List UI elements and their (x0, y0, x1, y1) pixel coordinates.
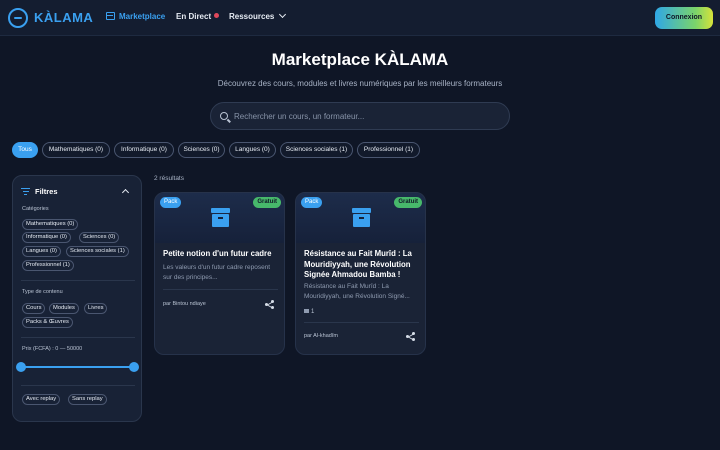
category-chip[interactable]: Informatique (0) (114, 142, 174, 158)
search-input[interactable]: Rechercher un cours, un formateur... (210, 102, 510, 130)
live-dot-icon (214, 13, 220, 18)
card-banner: Pack Gratuit (296, 193, 425, 243)
product-card[interactable]: Pack Gratuit Petite notion d'un futur ca… (154, 192, 285, 355)
category-chip[interactable]: Langues (0) (229, 142, 276, 158)
filters-title: Filtres (35, 187, 58, 196)
price-slider-max-handle[interactable] (129, 362, 139, 372)
divider (21, 280, 135, 281)
results-count: 2 résultats (154, 175, 184, 182)
product-card[interactable]: Pack Gratuit Résistance au Fait Murîd : … (295, 192, 426, 355)
filter-type-pill[interactable]: Cours (22, 303, 46, 314)
price-label: Prix (FCFA) : 0 — 50000 (22, 346, 83, 352)
filter-icon (21, 188, 30, 196)
nav-marketplace[interactable]: Marketplace (106, 12, 165, 21)
page-title: Marketplace KÀLAMA (271, 50, 449, 69)
type-badge: Pack (160, 197, 182, 208)
filter-category-pill[interactable]: Langues (0) (22, 246, 61, 257)
filter-category-pill[interactable]: Sciences (0) (79, 232, 120, 243)
media-count-value: 1 (311, 309, 315, 315)
filter-replay-pill[interactable]: Sans replay (68, 394, 107, 405)
category-chip-all[interactable]: Tous (12, 142, 38, 158)
price-slider-track[interactable] (22, 366, 134, 368)
category-chip[interactable]: Mathematiques (0) (42, 142, 110, 158)
filter-category-pill[interactable]: Professionnel (1) (22, 260, 74, 271)
logo-icon[interactable] (8, 8, 28, 28)
search-icon (220, 112, 228, 120)
price-slider-min-handle[interactable] (16, 362, 26, 372)
categories-label: Catégories (22, 206, 49, 212)
divider (21, 385, 135, 386)
divider (163, 289, 278, 290)
store-icon (106, 12, 115, 20)
filter-type-pill[interactable]: Modules (49, 303, 79, 314)
card-author: par Al-khadîm (304, 333, 338, 339)
price-badge: Gratuit (253, 197, 281, 208)
nav-live[interactable]: En Direct (176, 12, 220, 21)
price-badge: Gratuit (394, 197, 422, 208)
filter-replay-pill[interactable]: Avec replay (22, 394, 61, 405)
card-title[interactable]: Petite notion d'un futur cadre (163, 249, 279, 260)
card-title[interactable]: Résistance au Fait Murîd : La Mouridiyya… (304, 249, 420, 281)
type-badge: Pack (301, 197, 323, 208)
media-count: 1 (304, 309, 314, 315)
divider (21, 337, 135, 338)
filter-type-pill[interactable]: Livres (84, 303, 108, 314)
media-icon (304, 309, 309, 313)
share-icon[interactable] (406, 332, 415, 341)
chevron-up-icon[interactable] (121, 188, 130, 197)
login-button[interactable]: Connexion (655, 7, 713, 29)
archive-box-icon (352, 208, 371, 228)
content-type-label: Type de contenu (22, 289, 63, 295)
nav-resources[interactable]: Ressources (229, 10, 287, 21)
filter-category-pill[interactable]: Mathematiques (0) (22, 219, 79, 230)
divider (304, 322, 419, 323)
nav-live-label: En Direct (176, 12, 212, 21)
chevron-down-icon (279, 10, 287, 19)
filters-panel: Filtres Catégories Mathematiques (0) Inf… (12, 175, 142, 422)
search-placeholder: Rechercher un cours, un formateur... (234, 112, 365, 121)
page-subtitle: Découvrez des cours, modules et livres n… (217, 79, 503, 88)
filter-category-pill[interactable]: Sciences sociales (1) (66, 246, 129, 257)
top-navbar: KÀLAMA Marketplace En Direct Ressources … (0, 0, 720, 36)
category-chip[interactable]: Professionnel (1) (357, 142, 420, 158)
card-description: Résistance au Fait Murîd : La Mouridiyya… (304, 283, 410, 300)
filter-type-pill[interactable]: Packs & Œuvres (22, 317, 73, 328)
archive-box-icon (211, 208, 230, 228)
logo-text[interactable]: KÀLAMA (34, 10, 93, 25)
card-description: Les valeurs d'un futur cadre reposent su… (163, 264, 271, 281)
nav-marketplace-label: Marketplace (119, 12, 166, 21)
category-chip[interactable]: Sciences sociales (1) (280, 142, 353, 158)
card-banner: Pack Gratuit (155, 193, 284, 243)
category-chip[interactable]: Sciences (0) (178, 142, 225, 158)
nav-resources-label: Ressources (229, 12, 275, 21)
card-author: par Bintou ndiaye (163, 301, 206, 307)
filter-category-pill[interactable]: Informatique (0) (22, 232, 71, 243)
share-icon[interactable] (265, 300, 274, 309)
